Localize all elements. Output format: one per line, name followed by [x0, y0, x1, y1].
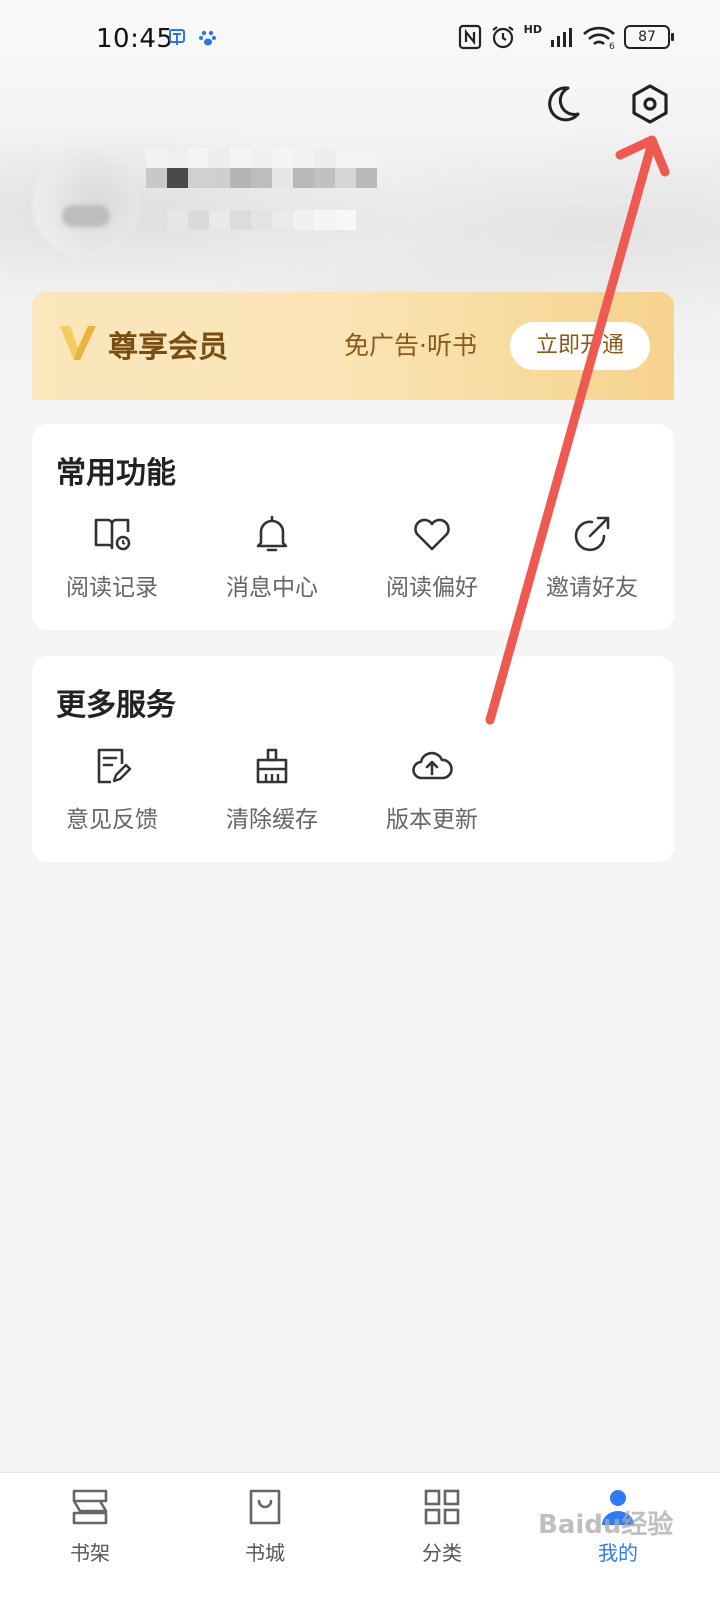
vip-banner[interactable]: 尊享会员 免广告·听书 立即开通 — [32, 292, 674, 400]
feedback-item[interactable]: 意见反馈 — [32, 744, 192, 834]
message-center-item[interactable]: 消息中心 — [192, 512, 352, 602]
username-blurred[interactable] — [146, 148, 377, 168]
status-right: HD 6 87 — [458, 22, 674, 50]
moon-icon[interactable] — [540, 82, 584, 126]
clear-cache-label: 清除缓存 — [226, 807, 318, 833]
cloud-upload-icon — [412, 751, 453, 780]
wifi-icon: 6 — [583, 26, 615, 49]
reading-history-label: 阅读记录 — [66, 575, 158, 601]
feedback-doc-icon — [97, 748, 132, 784]
feedback-label: 意见反馈 — [66, 807, 158, 833]
vip-open-button[interactable]: 立即开通 — [510, 322, 650, 370]
battery-indicator: 87 — [624, 25, 674, 49]
more-services-title: 更多服务 — [56, 688, 176, 723]
nav-category[interactable]: 分类 — [382, 1485, 502, 1566]
common-functions-card: 常用功能 阅读记录 消息中心 阅读偏好 邀请好友 — [32, 424, 674, 630]
settings-icon[interactable] — [628, 82, 672, 126]
alarm-icon — [491, 26, 514, 49]
nfc-icon — [458, 24, 481, 50]
invite-friends-item[interactable]: 邀请好友 — [512, 512, 672, 602]
invite-friends-label: 邀请好友 — [546, 575, 638, 601]
nav-bookstore[interactable]: 书城 — [205, 1485, 325, 1566]
heart-icon — [414, 518, 450, 551]
paw-app-icon — [199, 30, 216, 46]
bell-icon — [256, 515, 288, 552]
vip-v-logo-icon — [60, 326, 96, 360]
book-clock-icon — [94, 518, 131, 551]
vip-perks: 免广告·听书 — [344, 331, 477, 360]
bookshelf-icon — [72, 1489, 108, 1525]
status-bar: 10:45 HD 6 87 — [0, 0, 720, 80]
shopping-bag-icon — [249, 1489, 281, 1525]
user-id-blurred — [146, 210, 356, 230]
reading-history-item[interactable]: 阅读记录 — [32, 512, 192, 602]
reading-preference-item[interactable]: 阅读偏好 — [352, 512, 512, 602]
nav-bookshelf[interactable]: 书架 — [30, 1485, 150, 1566]
watermark: Baidu经验 — [538, 1510, 674, 1540]
notification-app-icon — [169, 29, 185, 45]
share-arrow-icon — [574, 516, 610, 552]
common-functions-title: 常用功能 — [56, 456, 176, 491]
version-update-label: 版本更新 — [386, 807, 478, 833]
reading-preference-label: 阅读偏好 — [386, 575, 478, 601]
svg-text:6: 6 — [609, 42, 615, 49]
grid-icon — [424, 1489, 460, 1525]
version-update-item[interactable]: 版本更新 — [352, 744, 512, 834]
nav-category-label: 分类 — [422, 1541, 462, 1565]
broom-icon — [256, 748, 288, 784]
more-services-card: 更多服务 意见反馈 清除缓存 版本更新 — [32, 656, 674, 862]
nav-bookstore-label: 书城 — [245, 1541, 285, 1565]
avatar[interactable] — [32, 150, 140, 258]
hd-label: HD — [523, 22, 542, 36]
vip-title: 尊享会员 — [108, 330, 228, 365]
status-time: 10:45 — [96, 24, 174, 54]
username-blurred-row2 — [146, 168, 377, 188]
nav-bookshelf-label: 书架 — [70, 1541, 110, 1565]
signal-icon — [551, 28, 572, 47]
status-app-icons — [168, 28, 218, 48]
clear-cache-item[interactable]: 清除缓存 — [192, 744, 352, 834]
nav-mine-label: 我的 — [598, 1541, 638, 1565]
message-center-label: 消息中心 — [226, 575, 318, 601]
